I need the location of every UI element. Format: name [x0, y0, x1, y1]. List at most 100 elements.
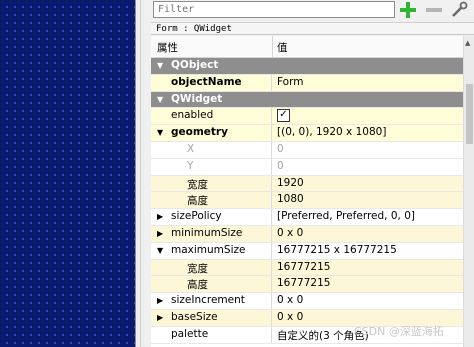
property-cell: ▼ QObject: [151, 58, 272, 74]
property-value: 1080: [277, 193, 304, 206]
header-separator: [272, 36, 273, 57]
value-cell[interactable]: 0: [273, 142, 463, 158]
filter-input[interactable]: [153, 1, 395, 18]
plus-icon: [400, 2, 416, 18]
property-value: 0: [277, 142, 284, 155]
property-name: sizePolicy: [171, 210, 222, 223]
scroll-up-icon[interactable]: ▲: [465, 39, 470, 47]
property-cell: 高度: [151, 276, 272, 293]
property-cell: ▼ geometry: [151, 125, 272, 141]
property-value: [(0, 0), 1920 x 1080]: [277, 126, 387, 139]
value-cell[interactable]: 0 x 0: [273, 226, 463, 242]
property-name: sizeIncrement: [171, 294, 245, 307]
property-value: Form: [277, 75, 304, 88]
property-name: 高度: [187, 279, 208, 292]
property-cell: palette: [151, 326, 272, 343]
group-row-qobject[interactable]: ▼ QObject: [151, 58, 463, 75]
value-cell[interactable]: 16777215: [273, 276, 463, 292]
collapse-arrow-icon[interactable]: ▼: [157, 95, 163, 104]
splitter-handle[interactable]: [135, 0, 144, 347]
value-cell[interactable]: 0 x 0: [273, 293, 463, 309]
group-label: QWidget: [171, 92, 223, 105]
property-name: X: [187, 142, 195, 155]
value-cell[interactable]: ✓: [273, 108, 463, 124]
group-label: QObject: [171, 59, 219, 71]
property-name: 宽度: [187, 262, 208, 275]
expand-arrow-icon[interactable]: ▶: [157, 212, 163, 221]
splitter-line: [140, 0, 141, 347]
property-cell: ▶ sizeIncrement: [151, 293, 272, 309]
property-cell: 宽度: [151, 175, 272, 192]
vertical-scrollbar[interactable]: ▲: [463, 36, 474, 347]
header-value[interactable]: 值: [277, 40, 288, 55]
table-row[interactable]: ▶ sizeIncrement 0 x 0: [151, 293, 463, 310]
object-class-label: Form : QWidget: [151, 22, 474, 35]
value-cell[interactable]: Form: [273, 75, 463, 91]
property-cell: ▶ baseSize: [151, 309, 272, 326]
property-value: 16777215: [277, 260, 331, 273]
table-row[interactable]: 宽度 16777215: [151, 259, 463, 277]
property-name: palette: [171, 327, 209, 340]
table-row[interactable]: 宽度 1920: [151, 175, 463, 193]
table-row[interactable]: ▼ maximumSize 16777215 x 16777215: [151, 242, 463, 260]
property-name: 高度: [187, 195, 208, 208]
property-value: 0 x 0: [277, 294, 304, 307]
property-cell: objectName: [151, 74, 272, 91]
property-name: 宽度: [187, 178, 208, 191]
value-cell[interactable]: [(0, 0), 1920 x 1080]: [273, 125, 463, 141]
property-value: [Preferred, Preferred, 0, 0]: [277, 210, 415, 223]
property-value: 16777215: [277, 277, 331, 290]
property-table[interactable]: 属性 值 ▼ QObject objectName Form ▼ QWidget e…: [151, 36, 463, 347]
value-cell[interactable]: 16777215: [273, 260, 463, 276]
property-cell: 宽度: [151, 259, 272, 276]
collapse-arrow-icon[interactable]: ▼: [157, 61, 163, 70]
header-property[interactable]: 属性: [157, 40, 178, 55]
table-row[interactable]: Y 0: [151, 158, 463, 176]
property-name: maximumSize: [171, 243, 246, 256]
add-property-button[interactable]: [399, 1, 417, 19]
table-row[interactable]: 高度 16777215: [151, 276, 463, 294]
value-cell[interactable]: 16777215 x 16777215: [273, 243, 463, 259]
value-cell[interactable]: 0: [273, 159, 463, 175]
expand-arrow-icon[interactable]: ▶: [157, 313, 163, 322]
group-row-qwidget[interactable]: ▼ QWidget: [151, 91, 463, 109]
property-value: 0 x 0: [277, 226, 304, 239]
table-row[interactable]: ▼ geometry [(0, 0), 1920 x 1080]: [151, 125, 463, 142]
property-cell: 高度: [151, 192, 272, 209]
design-canvas[interactable]: [0, 0, 135, 347]
scrollbar-thumb[interactable]: [466, 84, 473, 144]
value-cell[interactable]: 1920: [273, 176, 463, 192]
property-name: minimumSize: [171, 226, 243, 239]
collapse-arrow-icon[interactable]: ▼: [157, 246, 163, 255]
remove-property-button[interactable]: [425, 1, 443, 19]
property-cell: ▼ QWidget: [151, 92, 272, 108]
value-cell: [273, 58, 463, 74]
value-cell[interactable]: 1080: [273, 192, 463, 208]
minus-icon: [426, 8, 442, 12]
property-value: 16777215 x 16777215: [277, 243, 397, 256]
table-row[interactable]: enabled ✓: [151, 108, 463, 126]
property-editor: Form : QWidget 属性 值 ▼ QObject objectName …: [151, 0, 474, 347]
property-name: geometry: [171, 126, 228, 139]
wrench-icon: [452, 1, 468, 17]
expand-arrow-icon[interactable]: ▶: [157, 229, 163, 238]
table-row[interactable]: ▶ sizePolicy [Preferred, Preferred, 0, 0]: [151, 209, 463, 226]
collapse-arrow-icon[interactable]: ▼: [157, 128, 163, 137]
value-cell: [273, 92, 463, 108]
table-row[interactable]: objectName Form: [151, 74, 463, 92]
property-name: baseSize: [171, 310, 218, 323]
configure-button[interactable]: [450, 1, 468, 19]
value-cell[interactable]: [Preferred, Preferred, 0, 0]: [273, 209, 463, 225]
property-name: objectName: [171, 75, 242, 88]
table-row[interactable]: 高度 1080: [151, 192, 463, 210]
property-cell: ▶ sizePolicy: [151, 209, 272, 225]
enabled-checkbox[interactable]: ✓: [277, 109, 290, 123]
property-cell: ▶ minimumSize: [151, 225, 272, 242]
property-name: enabled: [171, 109, 214, 122]
expand-arrow-icon[interactable]: ▶: [157, 296, 163, 305]
property-toolbar: [151, 0, 474, 22]
table-row[interactable]: ▶ minimumSize 0 x 0: [151, 225, 463, 243]
table-row[interactable]: X 0: [151, 141, 463, 159]
property-value: 1920: [277, 176, 304, 189]
property-cell: enabled: [151, 108, 272, 125]
